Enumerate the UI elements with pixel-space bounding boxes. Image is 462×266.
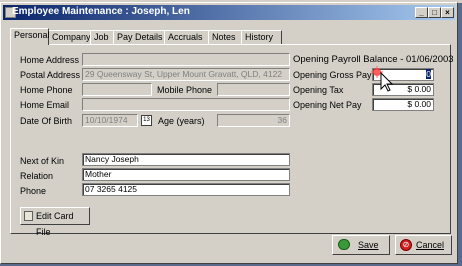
home-email-field: [82, 98, 290, 111]
save-icon: [338, 239, 350, 250]
cancel-button[interactable]: ⊘ Cancel: [395, 235, 452, 255]
home-email-label: Home Email: [20, 100, 70, 110]
maximize-button[interactable]: □: [428, 7, 441, 18]
phone-label: Phone: [20, 186, 47, 196]
tab-job[interactable]: Job: [90, 30, 114, 44]
home-address-field: [82, 53, 290, 66]
opening-tax-label: Opening Tax: [293, 85, 344, 95]
edit-card-file-label: Edit Card File: [36, 211, 74, 237]
dob-label: Date Of Birth: [20, 116, 73, 126]
edit-card-file-button[interactable]: Edit Card File: [20, 207, 90, 237]
title-bar[interactable]: Employee Maintenance : Joseph, Len _ □ ×: [3, 5, 455, 20]
window-title: Employee Maintenance : Joseph, Len: [12, 6, 190, 17]
employee-maintenance-window: Employee Maintenance : Joseph, Len _ □ ×…: [0, 2, 458, 264]
relation-label: Relation: [20, 171, 54, 181]
save-button[interactable]: Save: [332, 235, 390, 255]
opening-net-pay-label: Opening Net Pay: [293, 100, 362, 110]
opening-balance-heading: Opening Payroll Balance - 01/06/2003: [293, 54, 454, 65]
home-phone-label: Home Phone: [20, 85, 73, 95]
relation-input[interactable]: Mother: [82, 168, 290, 181]
phone-input[interactable]: 07 3265 4125: [82, 183, 290, 196]
calendar-icon[interactable]: 13: [141, 115, 152, 126]
card-file-icon: [24, 211, 33, 221]
tab-accruals[interactable]: Accruals: [164, 30, 209, 44]
mouse-pointer-icon: [371, 66, 394, 92]
tab-notes[interactable]: Notes: [208, 30, 242, 44]
mobile-phone-field: [217, 83, 290, 96]
tab-pay-details[interactable]: Pay Details: [113, 30, 165, 44]
opening-gross-pay-label: Opening Gross Pay: [293, 70, 372, 80]
cancel-label: Cancel: [416, 240, 445, 250]
tab-company[interactable]: Company: [48, 30, 91, 44]
postal-address-label: Postal Address: [20, 70, 81, 80]
tab-personal[interactable]: Personal: [10, 28, 50, 45]
next-of-kin-input[interactable]: Nancy Joseph: [82, 153, 290, 166]
age-label: Age (years): [158, 116, 205, 126]
age-field: 36: [217, 114, 290, 127]
opening-net-pay-input[interactable]: $ 0.00: [372, 98, 434, 111]
postal-address-field: 29 Queensway St, Upper Mount Gravatt, QL…: [82, 68, 290, 81]
close-button[interactable]: ×: [441, 7, 454, 18]
next-of-kin-label: Next of Kin: [20, 156, 65, 166]
dob-field: 10/10/1974: [82, 114, 138, 127]
home-address-label: Home Address: [20, 55, 80, 65]
mobile-phone-label: Mobile Phone: [157, 85, 213, 95]
tab-history[interactable]: History: [241, 30, 282, 44]
save-label: Save: [358, 240, 379, 250]
cancel-icon: ⊘: [400, 239, 412, 251]
minimize-button[interactable]: _: [415, 7, 428, 18]
home-phone-field: [82, 83, 152, 96]
opening-gross-pay-value: 0: [426, 69, 431, 79]
